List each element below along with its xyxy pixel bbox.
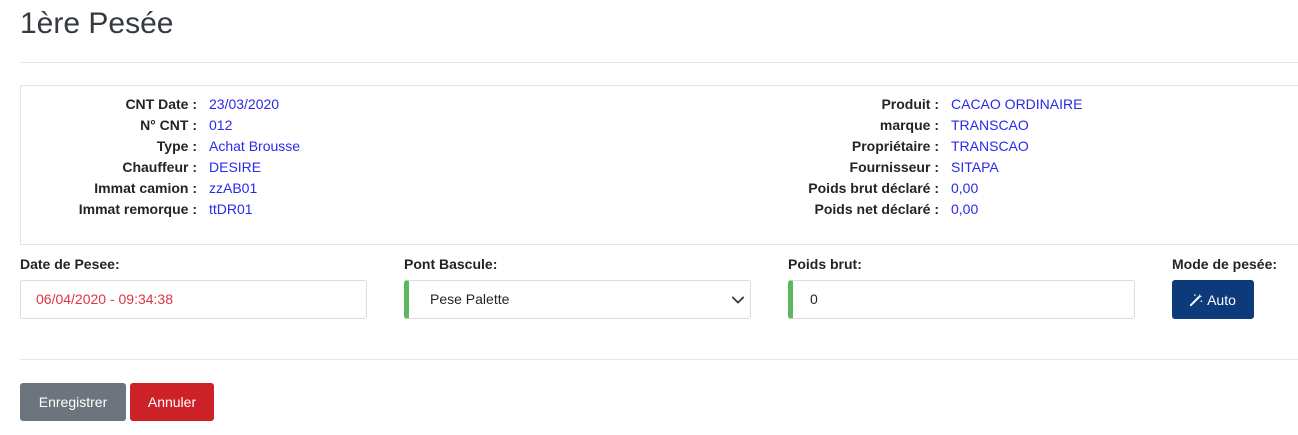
poids-net-declare-value: 0,00 bbox=[951, 201, 979, 217]
pont-bascule-label: Pont Bascule: bbox=[404, 256, 498, 272]
poids-brut-value: 0 bbox=[810, 291, 818, 307]
fournisseur-label: Fournisseur : bbox=[849, 159, 939, 175]
pont-bascule-value: Pese Palette bbox=[430, 291, 510, 307]
produit-label: Produit : bbox=[881, 96, 939, 112]
produit-value: CACAO ORDINAIRE bbox=[951, 96, 1083, 112]
save-button[interactable]: Enregistrer bbox=[20, 383, 126, 421]
proprietaire-label: Propriétaire : bbox=[851, 138, 939, 154]
poids-brut-declare-label: Poids brut déclaré : bbox=[808, 180, 939, 196]
chevron-down-icon bbox=[731, 296, 745, 304]
page-title: 1ère Pesée bbox=[20, 7, 174, 40]
title-divider bbox=[20, 62, 1298, 63]
mode-pesee-label: Mode de pesée: bbox=[1172, 256, 1278, 272]
fournisseur-value: SITAPA bbox=[951, 159, 999, 175]
poids-brut-input[interactable]: 0 bbox=[788, 280, 1135, 319]
auto-mode-label: Auto bbox=[1207, 291, 1236, 308]
marque-label: marque : bbox=[879, 117, 939, 133]
proprietaire-value: TRANSCAO bbox=[951, 138, 1029, 154]
cnt-info-panel: CNT Date : N° CNT : Type : Chauffeur : I… bbox=[20, 85, 1298, 245]
date-pesee-input[interactable]: 06/04/2020 - 09:34:38 bbox=[20, 280, 367, 319]
date-pesee-label: Date de Pesee: bbox=[20, 256, 120, 272]
marque-value: TRANSCAO bbox=[951, 117, 1029, 133]
magic-wand-icon bbox=[1190, 293, 1203, 306]
poids-net-declare-label: Poids net déclaré : bbox=[814, 201, 939, 217]
poids-brut-label: Poids brut: bbox=[788, 256, 862, 272]
date-pesee-value: 06/04/2020 - 09:34:38 bbox=[36, 291, 174, 307]
pont-bascule-select[interactable]: Pese Palette bbox=[404, 280, 751, 319]
cancel-button[interactable]: Annuler bbox=[130, 383, 214, 421]
actions-divider bbox=[20, 359, 1298, 360]
poids-brut-declare-value: 0,00 bbox=[951, 180, 979, 196]
auto-mode-button[interactable]: Auto bbox=[1172, 280, 1254, 319]
